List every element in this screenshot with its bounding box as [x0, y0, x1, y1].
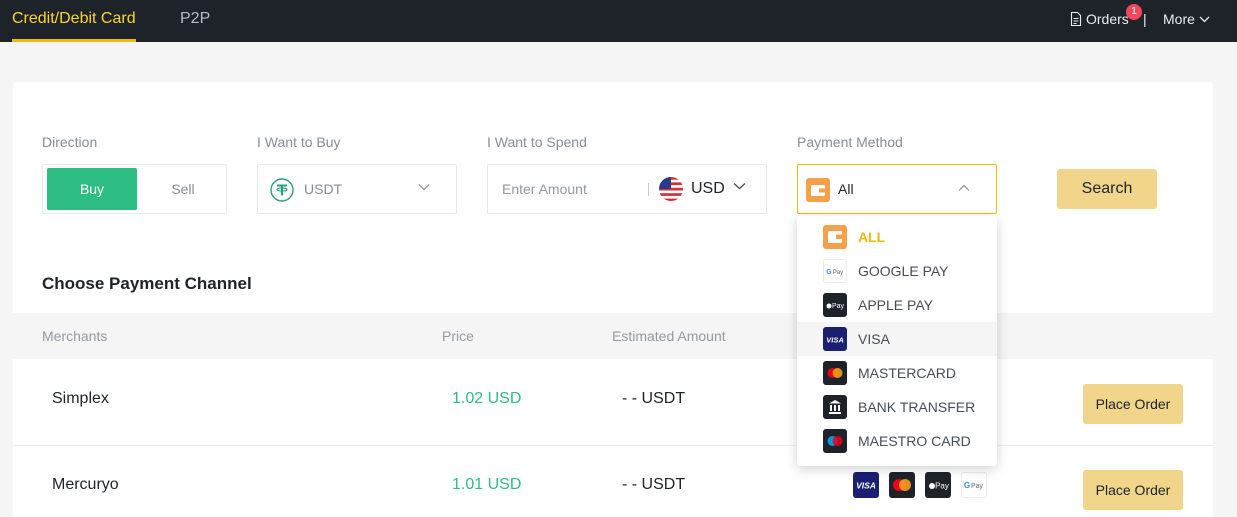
dropdown-option-mastercard[interactable]: MASTERCARD	[797, 356, 997, 390]
dropdown-option-apple-pay[interactable]: Pay APPLE PAY	[797, 288, 997, 322]
spend-field: USD	[487, 164, 767, 214]
column-header-merchants: Merchants	[42, 328, 108, 344]
table-row	[13, 360, 1213, 446]
merchant-price: 1.01 USD	[452, 476, 522, 493]
crypto-value: USDT	[304, 181, 343, 197]
place-order-button[interactable]: Place Order	[1083, 470, 1183, 510]
dropdown-option-google-pay[interactable]: G Pay GOOGLE PAY	[797, 254, 997, 288]
visa-icon: VISA	[823, 327, 847, 351]
svg-text:G: G	[964, 481, 970, 490]
svg-text:Pay: Pay	[935, 482, 949, 491]
apple-pay-icon: Pay	[823, 293, 847, 317]
payment-icons: VISA Pay G Pay	[853, 472, 987, 498]
estimated-amount: - - USDT	[622, 390, 686, 407]
active-tab-indicator	[12, 39, 136, 42]
currency-select[interactable]: USD	[691, 180, 725, 198]
mastercard-icon	[889, 472, 915, 498]
more-menu[interactable]: More	[1163, 11, 1210, 27]
svg-text:Pay: Pay	[833, 270, 843, 276]
merchant-price: 1.02 USD	[452, 390, 522, 407]
sell-button[interactable]: Sell	[143, 168, 223, 210]
mastercard-icon	[823, 361, 847, 385]
svg-text:Pay: Pay	[971, 483, 984, 490]
google-pay-icon: G Pay	[823, 259, 847, 283]
option-label: MASTERCARD	[858, 365, 957, 381]
dropdown-option-visa[interactable]: VISA VISA	[797, 322, 997, 356]
tab-label: Credit/Debit Card	[12, 10, 136, 27]
tab-p2p[interactable]: P2P	[180, 0, 210, 42]
option-label: MAESTRO CARD	[858, 433, 971, 449]
document-icon	[1070, 12, 1082, 26]
svg-text:VISA: VISA	[856, 481, 876, 491]
usdt-icon	[270, 178, 294, 202]
chevron-up-icon	[958, 184, 970, 191]
merchant-name: Mercuryo	[52, 476, 119, 493]
option-label: GOOGLE PAY	[858, 263, 949, 279]
dropdown-option-bank-transfer[interactable]: BANK TRANSFER	[797, 390, 997, 424]
more-label: More	[1163, 11, 1195, 27]
chevron-down-icon	[418, 184, 430, 191]
dropdown-option-all[interactable]: ALL	[797, 220, 997, 254]
search-button[interactable]: Search	[1057, 169, 1157, 209]
want-buy-label: I Want to Buy	[257, 134, 341, 150]
option-label: VISA	[858, 331, 890, 347]
option-label: APPLE PAY	[858, 297, 933, 313]
visa-icon: VISA	[853, 472, 879, 498]
payment-method-select[interactable]: All	[797, 164, 997, 214]
orders-link[interactable]: Orders	[1070, 11, 1129, 27]
svg-text:Pay: Pay	[832, 303, 845, 310]
tab-label: P2P	[180, 10, 211, 27]
option-label: BANK TRANSFER	[858, 399, 976, 415]
tab-credit-debit-card[interactable]: Credit/Debit Card	[12, 0, 136, 42]
wallet-icon	[823, 225, 847, 249]
divider	[648, 183, 649, 196]
orders-label: Orders	[1086, 11, 1129, 27]
nav-separator: |	[1143, 11, 1147, 27]
amount-input[interactable]	[502, 179, 642, 199]
payment-method-dropdown: ALL G Pay GOOGLE PAY Pay APPLE PAY VISA V…	[797, 216, 997, 466]
payment-method-value: All	[838, 181, 854, 197]
payment-method-label: Payment Method	[797, 134, 903, 150]
crypto-select[interactable]: USDT	[257, 164, 457, 214]
buy-button[interactable]: Buy	[47, 168, 137, 210]
column-header-price: Price	[442, 328, 474, 344]
dropdown-option-maestro[interactable]: MAESTRO CARD	[797, 424, 997, 458]
chevron-down-icon	[1199, 16, 1210, 22]
direction-label: Direction	[42, 134, 98, 150]
bank-transfer-icon	[823, 395, 847, 419]
section-title: Choose Payment Channel	[42, 274, 252, 293]
direction-toggle: Buy Sell	[42, 164, 227, 214]
top-nav-bar: Credit/Debit Card P2P Orders 1 | More	[0, 0, 1237, 42]
option-label: ALL	[858, 229, 886, 245]
chevron-down-icon[interactable]	[733, 182, 746, 190]
apple-pay-icon: Pay	[925, 472, 951, 498]
column-header-estimated: Estimated Amount	[612, 328, 726, 344]
maestro-icon	[823, 429, 847, 453]
place-order-button[interactable]: Place Order	[1083, 384, 1183, 424]
estimated-amount: - - USDT	[622, 476, 686, 493]
wallet-icon	[806, 178, 830, 202]
us-flag-icon	[659, 177, 683, 201]
table-row	[13, 447, 1213, 517]
orders-count-badge: 1	[1126, 4, 1142, 20]
merchant-name: Simplex	[52, 390, 109, 407]
svg-text:G: G	[826, 269, 832, 276]
want-spend-label: I Want to Spend	[487, 134, 587, 150]
google-pay-icon: G Pay	[961, 472, 987, 498]
svg-text:VISA: VISA	[826, 335, 844, 344]
